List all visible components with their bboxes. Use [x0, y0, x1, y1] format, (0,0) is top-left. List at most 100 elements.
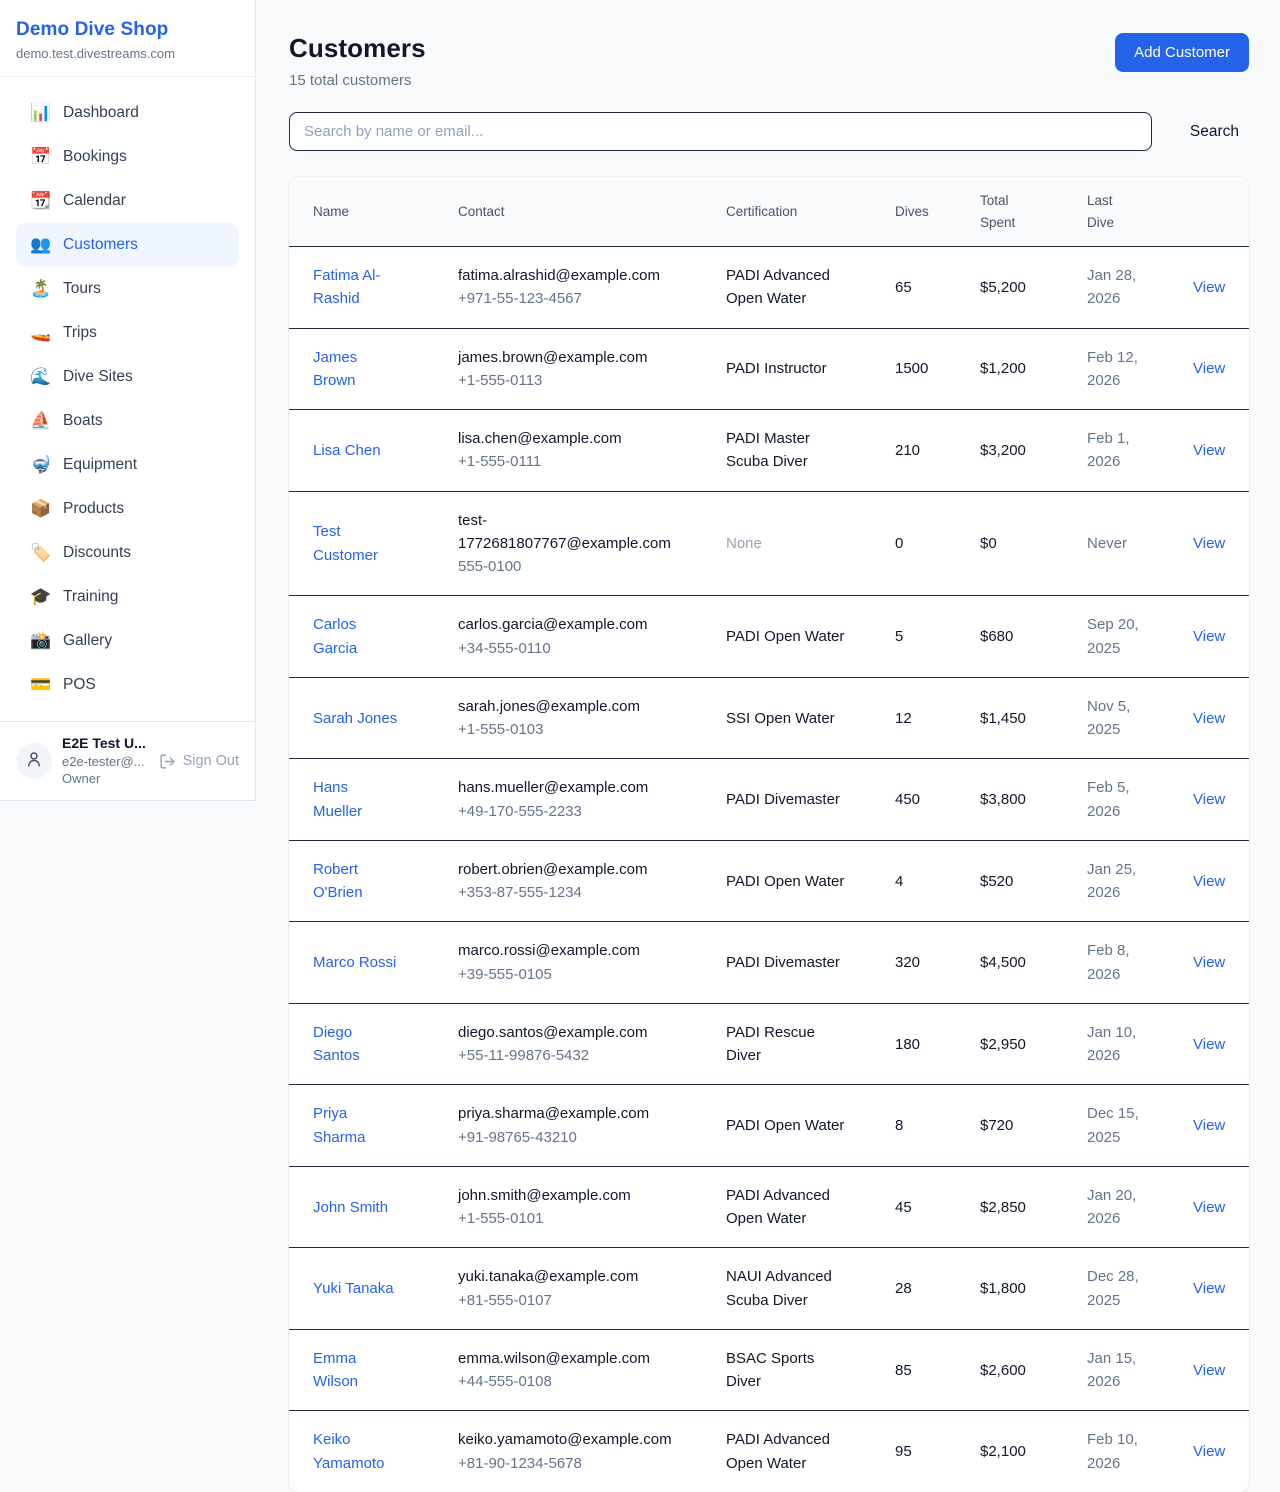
customer-name-link[interactable]: Fatima Al- Rashid [313, 264, 381, 311]
customer-last-dive: Nov 5, 2025 [1087, 695, 1151, 742]
customer-last-dive: Jan 28, 2026 [1087, 264, 1151, 311]
sailboat-icon: ⛵ [30, 411, 50, 431]
customer-name-link[interactable]: Priya Sharma [313, 1102, 366, 1149]
sidebar-footer: E2E Test U... e2e-tester@... Owner Sign … [0, 721, 255, 800]
customer-phone: 555-0100 [458, 555, 714, 578]
column-header-actions [1193, 177, 1249, 247]
view-customer-link[interactable]: View [1193, 1280, 1225, 1297]
sidebar-item-label: Tours [63, 280, 101, 298]
table-row: Lisa Chen lisa.chen@example.com +1-555-0… [289, 410, 1249, 492]
sidebar-item-calendar[interactable]: 📆 Calendar [16, 179, 239, 223]
view-customer-link[interactable]: View [1193, 360, 1225, 377]
table-row: James Brown james.brown@example.com +1-5… [289, 328, 1249, 410]
sidebar-item-products[interactable]: 📦 Products [16, 487, 239, 531]
customer-name-link[interactable]: James Brown [313, 346, 357, 393]
customer-name-link[interactable]: Marco Rossi [313, 951, 396, 974]
shop-name-link[interactable]: Demo Dive Shop [16, 19, 235, 41]
customer-name-link[interactable]: Keiko Yamamoto [313, 1428, 384, 1475]
table-row: Sarah Jones sarah.jones@example.com +1-5… [289, 677, 1249, 759]
customer-name-link[interactable]: Hans Mueller [313, 776, 362, 823]
customer-name-link[interactable]: Diego Santos [313, 1021, 360, 1068]
view-customer-link[interactable]: View [1193, 628, 1225, 645]
customer-email: james.brown@example.com [458, 346, 714, 369]
view-customer-link[interactable]: View [1193, 873, 1225, 890]
sidebar-item-bookings[interactable]: 📅 Bookings [16, 135, 239, 179]
sidebar-item-pos[interactable]: 💳 POS [16, 663, 239, 707]
customer-email: robert.obrien@example.com [458, 858, 714, 881]
customer-phone: +34-555-0110 [458, 637, 714, 660]
customer-last-dive: Jan 25, 2026 [1087, 858, 1151, 905]
customer-name-link[interactable]: Yuki Tanaka [313, 1277, 394, 1300]
view-customer-link[interactable]: View [1193, 710, 1225, 727]
table-row: Keiko Yamamoto keiko.yamamoto@example.co… [289, 1411, 1249, 1492]
customer-total-spent: $0 [980, 535, 997, 552]
table-row: Emma Wilson emma.wilson@example.com +44-… [289, 1329, 1249, 1411]
view-customer-link[interactable]: View [1193, 279, 1225, 296]
sidebar-item-label: Products [63, 500, 124, 518]
tag-icon: 🏷️ [30, 543, 50, 563]
customer-certification: None [726, 535, 762, 552]
user-email: e2e-tester@... [62, 753, 149, 771]
customer-dives: 85 [895, 1362, 912, 1379]
table-row: Robert O'Brien robert.obrien@example.com… [289, 840, 1249, 922]
customer-phone: +1-555-0113 [458, 369, 714, 392]
customer-certification: PADI Divemaster [726, 791, 840, 808]
search-input[interactable] [289, 112, 1152, 151]
sidebar-item-dashboard[interactable]: 📊 Dashboard [16, 91, 239, 135]
view-customer-link[interactable]: View [1193, 1036, 1225, 1053]
user-role: Owner [62, 770, 149, 788]
customer-name-link[interactable]: John Smith [313, 1196, 388, 1219]
column-header-contact: Contact [458, 177, 726, 247]
customer-name-link[interactable]: Test Customer [313, 520, 378, 567]
view-customer-link[interactable]: View [1193, 1199, 1225, 1216]
customer-certification: BSAC Sports Diver [726, 1350, 814, 1390]
customer-dives: 28 [895, 1280, 912, 1297]
sidebar-item-trips[interactable]: 🚤 Trips [16, 311, 239, 355]
people-icon: 👥 [30, 235, 50, 255]
customer-total-spent: $3,800 [980, 791, 1026, 808]
customer-email: fatima.alrashid@example.com [458, 264, 714, 287]
view-customer-link[interactable]: View [1193, 535, 1225, 552]
sidebar-item-boats[interactable]: ⛵ Boats [16, 399, 239, 443]
column-header-last-dive: Last Dive [1087, 177, 1193, 247]
page-title: Customers [289, 33, 426, 64]
customer-name-link[interactable]: Emma Wilson [313, 1347, 358, 1394]
customer-name-link[interactable]: Robert O'Brien [313, 858, 363, 905]
view-customer-link[interactable]: View [1193, 1362, 1225, 1379]
customer-certification: PADI Divemaster [726, 954, 840, 971]
customer-dives: 0 [895, 535, 903, 552]
view-customer-link[interactable]: View [1193, 1443, 1225, 1460]
column-header-certification: Certification [726, 177, 895, 247]
view-customer-link[interactable]: View [1193, 954, 1225, 971]
sidebar-item-tours[interactable]: 🏝️ Tours [16, 267, 239, 311]
sidebar-item-training[interactable]: 🎓 Training [16, 575, 239, 619]
sidebar-item-equipment[interactable]: 🤿 Equipment [16, 443, 239, 487]
customer-dives: 5 [895, 628, 903, 645]
wave-icon: 🌊 [30, 367, 50, 387]
sidebar-item-discounts[interactable]: 🏷️ Discounts [16, 531, 239, 575]
customer-name-link[interactable]: Carlos Garcia [313, 613, 357, 660]
customer-phone: +81-555-0107 [458, 1289, 714, 1312]
view-customer-link[interactable]: View [1193, 1117, 1225, 1134]
customer-name-link[interactable]: Sarah Jones [313, 707, 397, 730]
add-customer-button[interactable]: Add Customer [1115, 33, 1249, 72]
customer-last-dive: Sep 20, 2025 [1087, 613, 1151, 660]
user-name: E2E Test U... [62, 734, 149, 753]
customer-dives: 180 [895, 1036, 920, 1053]
logout-icon [159, 753, 176, 770]
customer-certification: SSI Open Water [726, 710, 835, 727]
search-button[interactable]: Search [1180, 117, 1249, 147]
view-customer-link[interactable]: View [1193, 442, 1225, 459]
sidebar-item-label: Equipment [63, 456, 137, 474]
customer-name-link[interactable]: Lisa Chen [313, 439, 381, 462]
sidebar-item-customers[interactable]: 👥 Customers [16, 223, 239, 267]
view-customer-link[interactable]: View [1193, 791, 1225, 808]
sign-out-button[interactable]: Sign Out [159, 753, 239, 770]
customer-total-spent: $2,100 [980, 1443, 1026, 1460]
customer-last-dive: Jan 15, 2026 [1087, 1347, 1151, 1394]
speedboat-icon: 🚤 [30, 323, 50, 343]
table-row: Fatima Al- Rashid fatima.alrashid@exampl… [289, 247, 1249, 329]
sidebar-item-dive-sites[interactable]: 🌊 Dive Sites [16, 355, 239, 399]
camera-flash-icon: 📸 [30, 631, 50, 651]
sidebar-item-gallery[interactable]: 📸 Gallery [16, 619, 239, 663]
